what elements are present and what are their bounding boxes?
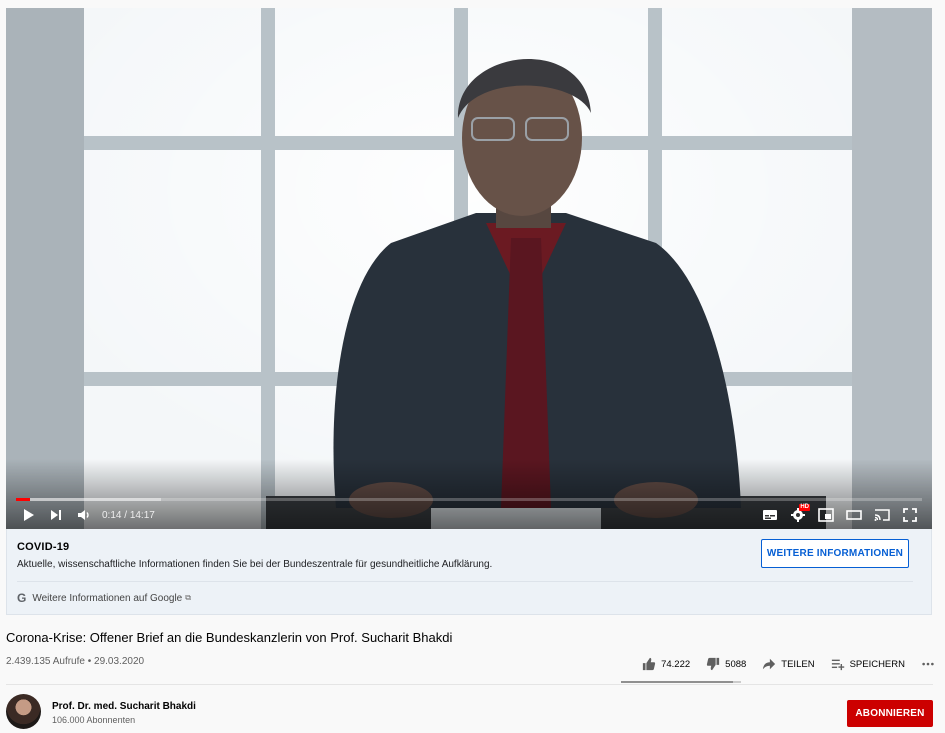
google-info-link[interactable]: G Weitere Informationen auf Google ⧉: [17, 591, 191, 605]
volume-icon: [78, 510, 89, 520]
next-button[interactable]: [42, 503, 70, 527]
more-actions-button[interactable]: [921, 657, 935, 671]
volume-button[interactable]: [70, 503, 98, 527]
dislike-icon: [707, 657, 720, 671]
subscribe-button[interactable]: ABONNIEREN: [847, 700, 933, 727]
dislike-count: 5088: [725, 658, 747, 670]
hd-badge: HD: [799, 504, 810, 511]
sentiment-bar: [621, 681, 741, 683]
channel-subscribers: 106.000 Abonnenten: [52, 715, 136, 725]
like-icon: [642, 657, 656, 671]
cast-button[interactable]: [868, 503, 896, 527]
fullscreen-icon: [903, 508, 917, 522]
google-icon: G: [17, 591, 27, 605]
more-info-button[interactable]: WEITERE INFORMATIONEN: [761, 539, 909, 568]
video-title: Corona-Krise: Offener Brief an die Bunde…: [6, 630, 453, 645]
player-controls: 0:14 / 14:17 HD: [6, 501, 932, 529]
sentiment-likes: [621, 681, 734, 683]
save-icon: [831, 659, 844, 671]
info-panel-title: COVID-19: [17, 541, 70, 553]
channel-avatar[interactable]: [6, 694, 41, 729]
theater-button[interactable]: [840, 503, 868, 527]
share-label: TEILEN: [781, 658, 815, 670]
share-icon: [763, 658, 776, 670]
video-frame[interactable]: [6, 8, 932, 529]
subtitles-icon: [763, 510, 777, 520]
time-total: 14:17: [129, 509, 155, 521]
channel-name[interactable]: Prof. Dr. med. Sucharit Bhakdi: [52, 701, 196, 712]
video-player[interactable]: 0:14 / 14:17 HD: [6, 8, 932, 529]
save-label: SPEICHERN: [849, 658, 905, 670]
save-button[interactable]: SPEICHERN: [831, 657, 905, 671]
cast-icon: [874, 509, 890, 521]
more-icon: [922, 662, 934, 666]
dislike-button[interactable]: 5088: [706, 657, 746, 671]
miniplayer-icon: [818, 508, 834, 522]
video-actions: 74.222 5088 TEILEN SPEICHERN: [642, 655, 935, 673]
next-icon: [51, 510, 61, 520]
miniplayer-button[interactable]: [812, 503, 840, 527]
covid-info-panel: COVID-19 Aktuelle, wissenschaftliche Inf…: [6, 529, 932, 615]
time-display: 0:14 / 14:17: [102, 510, 155, 521]
info-panel-divider: [17, 581, 913, 582]
time-separator: /: [121, 509, 130, 521]
info-panel-text: Aktuelle, wissenschaftliche Informatione…: [17, 559, 493, 570]
external-link-icon: ⧉: [185, 593, 191, 602]
settings-button[interactable]: HD: [784, 503, 812, 527]
share-button[interactable]: TEILEN: [762, 657, 815, 671]
theater-icon: [846, 510, 862, 520]
play-icon: [24, 509, 34, 521]
meta-divider: [6, 684, 933, 685]
video-views-date: 2.439.135 Aufrufe • 29.03.2020: [6, 656, 145, 667]
like-count: 74.222: [661, 658, 691, 670]
fullscreen-button[interactable]: [896, 503, 924, 527]
subtitles-button[interactable]: [756, 503, 784, 527]
google-link-label: Weitere Informationen auf Google: [32, 592, 183, 604]
play-button[interactable]: [14, 503, 42, 527]
page: 0:14 / 14:17 HD COVID-19 Aktuelle, wisse…: [0, 0, 945, 733]
like-button[interactable]: 74.222: [642, 657, 690, 671]
time-current: 0:14: [102, 509, 122, 521]
